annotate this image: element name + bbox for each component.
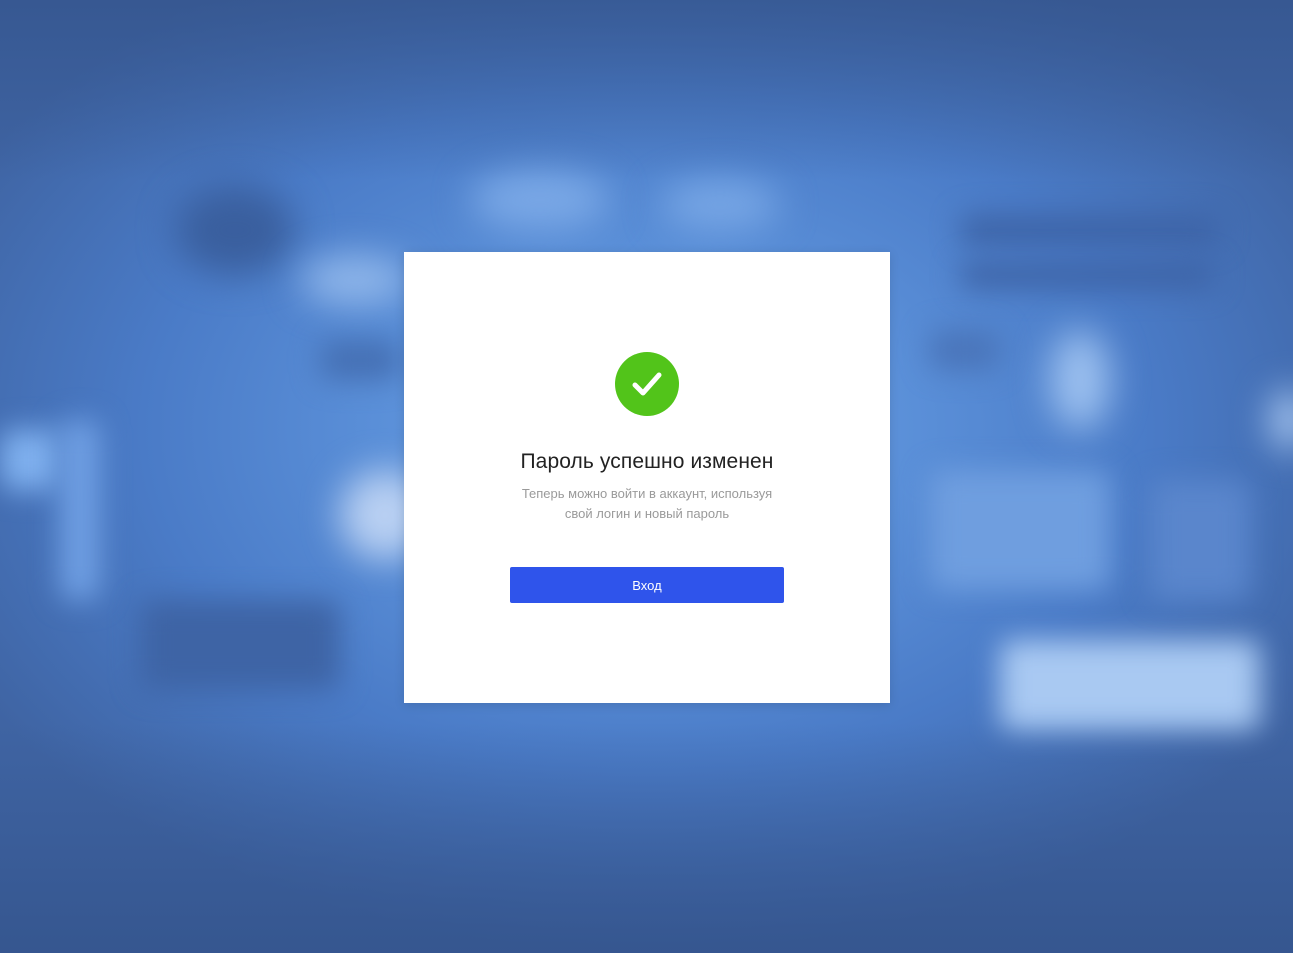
- background-shape: [300, 255, 410, 305]
- vignette: [0, 723, 1293, 953]
- dialog-message: Теперь можно войти в аккаунт, используя …: [507, 484, 787, 524]
- background-shape: [930, 470, 1110, 590]
- background-shape: [320, 340, 400, 380]
- background-shape: [1270, 390, 1293, 450]
- background-shape: [1000, 640, 1260, 730]
- login-button[interactable]: Вход: [510, 567, 784, 603]
- dialog-message-line: Теперь можно войти в аккаунт, используя: [521, 486, 773, 501]
- background-shape: [175, 185, 295, 275]
- background-shape: [1150, 480, 1250, 600]
- background-shape: [960, 262, 1215, 288]
- dialog-message-line: свой логин и новый пароль: [564, 506, 730, 521]
- background-shape: [140, 600, 340, 690]
- background-shape: [930, 330, 1000, 370]
- password-changed-dialog: Пароль успешно изменен Теперь можно войт…: [404, 252, 890, 703]
- background-shape: [960, 215, 1220, 245]
- background-shape: [1050, 330, 1110, 430]
- check-circle-icon: [615, 352, 679, 416]
- vignette: [0, 0, 1293, 180]
- background-shape: [0, 430, 60, 490]
- dialog-title: Пароль успешно изменен: [520, 450, 774, 473]
- background-shape: [60, 420, 100, 600]
- background-shape: [660, 180, 780, 230]
- checkmark-icon: [632, 372, 662, 396]
